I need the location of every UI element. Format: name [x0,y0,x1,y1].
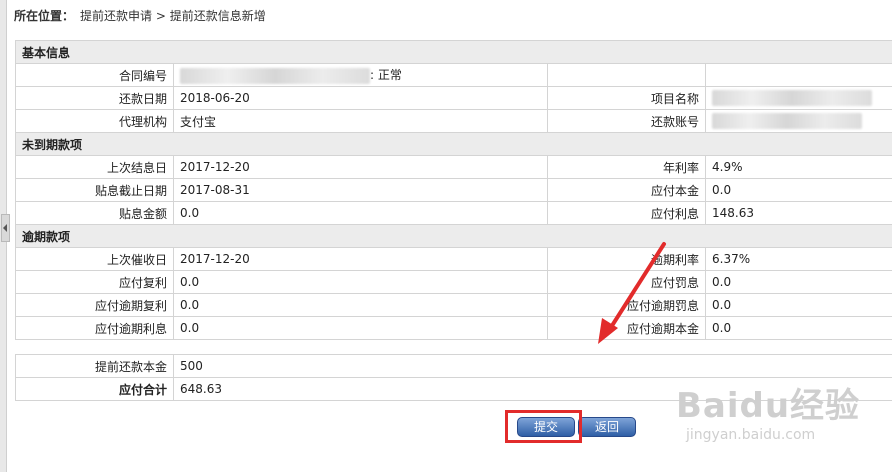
arrow-shaft [606,242,666,334]
watermark-url: jingyan.baidu.com [686,427,816,443]
watermark-brand: Baidu经验 [676,386,861,426]
watermark: Baidu经验 jingyan.baidu.com [676,378,860,443]
